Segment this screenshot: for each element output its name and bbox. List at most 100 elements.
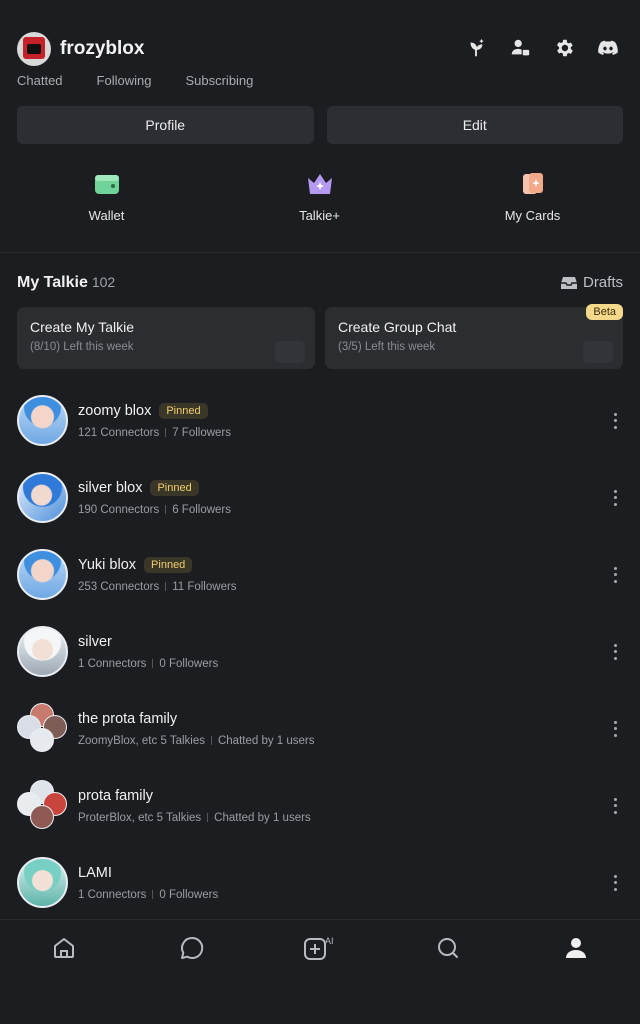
drafts-label: Drafts [582, 274, 623, 291]
username: frozyblox [60, 38, 145, 59]
list-item[interactable]: silver blox Pinned 190 Connectors 6 Follow… [0, 459, 640, 536]
connectors-count: 1 Connectors [78, 888, 147, 901]
create-my-talkie-quota: (8/10) Left this week [30, 341, 134, 353]
talkie-plus-button[interactable]: Talkie+ [213, 170, 426, 223]
talkie-members: ProterBlox, etc 5 Talkies [78, 811, 202, 824]
more-options-icon[interactable] [612, 643, 618, 660]
avatar [17, 549, 68, 600]
talkie-name: silver [78, 633, 112, 650]
more-options-icon[interactable] [612, 874, 618, 891]
talkie-members: ZoomyBlox, etc 5 Talkies [78, 734, 205, 747]
drafts-icon [560, 276, 577, 289]
connectors-count: 121 Connectors [78, 426, 160, 439]
connectors-count: 190 Connectors [78, 503, 160, 516]
section-count: 102 [91, 274, 116, 290]
wallet-icon [93, 170, 121, 198]
wallet-label: Wallet [88, 208, 125, 223]
list-item[interactable]: zoomy blox Pinned 121 Connectors 7 Followe… [0, 382, 640, 459]
cards-icon [519, 170, 547, 198]
svg-text:AI: AI [325, 936, 334, 946]
talkie-name: silver blox [78, 479, 143, 496]
avatar [17, 857, 68, 908]
followers-count: 11 Followers [172, 580, 237, 593]
more-options-icon[interactable] [612, 797, 618, 814]
top-icons [464, 36, 620, 60]
followers-count: 0 Followers [159, 888, 219, 901]
talkie-name: prota family [78, 787, 153, 804]
create-my-talkie-card[interactable]: Create My Talkie (8/10) Left this week [17, 307, 315, 369]
pinned-badge: Pinned [159, 402, 208, 419]
list-item[interactable]: prota family ProterBlox, etc 5 Talkies Ch… [0, 767, 640, 844]
wallet-button[interactable]: Wallet [0, 170, 213, 223]
nav-create-ai[interactable]: AI [256, 920, 384, 976]
profile-button-row: Profile Edit [17, 106, 623, 144]
sparkle-decoration-icon [275, 341, 305, 363]
profile-icon [566, 938, 586, 958]
drafts-button[interactable]: Drafts [560, 274, 623, 291]
talkie-name: Yuki blox [78, 556, 137, 573]
group-decoration-icon [583, 341, 613, 363]
create-group-chat-quota: (3/5) Left this week [338, 341, 436, 353]
list-item[interactable]: Yuki blox Pinned 253 Connectors 11 Followe… [0, 536, 640, 613]
quick-actions: Wallet Talkie+ My Cards [0, 170, 640, 223]
talkie-name: the prota family [78, 710, 178, 727]
nav-chat[interactable] [128, 920, 256, 976]
chatted-by: Chatted by 1 users [217, 734, 315, 747]
more-options-icon[interactable] [612, 566, 618, 583]
profile-header: frozyblox [17, 32, 144, 66]
list-item[interactable]: LAMI 1 Connectors 0 Followers [0, 844, 640, 921]
followers-count: 7 Followers [172, 426, 232, 439]
talkie-name: LAMI [78, 864, 112, 881]
talkie-list: zoomy blox Pinned 121 Connectors 7 Followe… [0, 382, 640, 921]
person-badge-icon[interactable] [508, 36, 532, 60]
stat-subscribing[interactable]: Subscribing [185, 73, 253, 88]
crown-icon [306, 170, 334, 198]
section-title: My Talkie 102 [17, 274, 115, 292]
profile-stats: Chatted Following Subscribing [17, 73, 253, 88]
list-item[interactable]: silver 1 Connectors 0 Followers [0, 613, 640, 690]
stat-chatted[interactable]: Chatted [17, 73, 63, 88]
avatar[interactable] [17, 32, 51, 66]
more-options-icon[interactable] [612, 412, 618, 429]
followers-count: 6 Followers [172, 503, 232, 516]
connectors-count: 1 Connectors [78, 657, 147, 670]
create-group-chat-title: Create Group Chat [338, 319, 457, 335]
stat-following[interactable]: Following [97, 73, 152, 88]
followers-count: 0 Followers [159, 657, 219, 670]
nav-profile[interactable] [512, 920, 640, 976]
edit-button[interactable]: Edit [326, 106, 623, 144]
section-title-text: My Talkie [17, 274, 88, 291]
talkie-plus-label: Talkie+ [299, 208, 340, 223]
discord-icon[interactable] [596, 36, 620, 60]
beta-badge: Beta [586, 304, 623, 320]
create-row: Create My Talkie (8/10) Left this week C… [17, 304, 623, 369]
gear-icon[interactable] [552, 36, 576, 60]
group-avatar [17, 703, 68, 754]
connectors-count: 253 Connectors [78, 580, 160, 593]
my-cards-button[interactable]: My Cards [426, 170, 639, 223]
group-avatar [17, 780, 68, 831]
list-item[interactable]: the prota family ZoomyBlox, etc 5 Talkie… [0, 690, 640, 767]
more-options-icon[interactable] [612, 489, 618, 506]
sprout-icon[interactable] [464, 36, 488, 60]
nav-search[interactable] [384, 920, 512, 976]
chatted-by: Chatted by 1 users [214, 811, 311, 824]
divider [0, 252, 640, 253]
avatar [17, 395, 68, 446]
talkie-name: zoomy blox [78, 402, 152, 419]
pinned-badge: Pinned [150, 479, 199, 496]
create-ai-icon: AI [304, 936, 334, 960]
my-cards-label: My Cards [504, 208, 561, 223]
create-my-talkie-title: Create My Talkie [30, 319, 135, 335]
search-icon [438, 938, 458, 958]
pinned-badge: Pinned [144, 556, 193, 573]
avatar [17, 626, 68, 677]
home-icon [54, 938, 74, 958]
more-options-icon[interactable] [612, 720, 618, 737]
chat-bubble-icon [181, 936, 204, 959]
create-group-chat-card[interactable]: Create Group Chat (3/5) Left this week B… [325, 304, 623, 369]
bottom-nav: AI [0, 919, 640, 1024]
profile-button[interactable]: Profile [17, 106, 314, 144]
avatar [17, 472, 68, 523]
nav-home[interactable] [0, 920, 128, 976]
